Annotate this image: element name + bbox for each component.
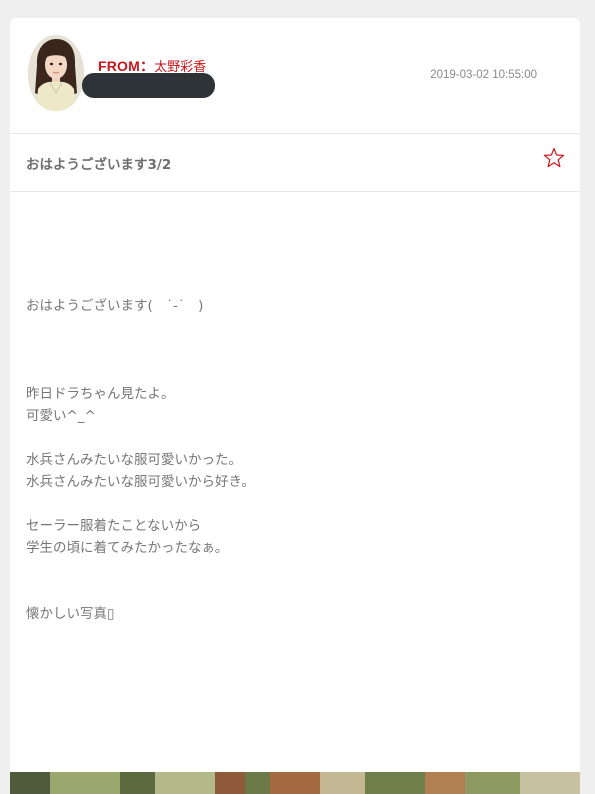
body-line [26, 317, 556, 339]
subject-bar: おはようございます3/2 [10, 134, 580, 192]
body-line [26, 581, 556, 603]
body-line [26, 559, 556, 581]
body-line: 昨日ドラちゃん見たよ。 [26, 386, 175, 402]
message-card: FROM：太野彩香 2019-03-02 10:55:00 おはようございます3… [10, 18, 580, 794]
body-line: おはようございます( ˙-˙ ) [26, 298, 204, 314]
body-line [26, 339, 556, 361]
message-body: おはようございます( ˙-˙ ) 昨日ドラちゃん見たよ。 可愛い^_^ 水兵さん… [26, 295, 556, 625]
message-timestamp: 2019-03-02 10:55:00 [430, 69, 537, 81]
photo-image [10, 772, 580, 794]
body-line: 水兵さんみたいな服可愛いから好き。 [26, 474, 255, 490]
sender-avatar[interactable] [28, 35, 84, 111]
star-icon-graphic [543, 147, 565, 168]
body-line: 学生の頃に着てみたかったなぁ。 [26, 540, 229, 556]
body-line [26, 427, 556, 449]
message-subject: おはようございます3/2 [26, 157, 172, 173]
attached-photo[interactable] [10, 772, 580, 794]
body-line: 水兵さんみたいな服可愛いかった。 [26, 452, 242, 468]
message-header: FROM：太野彩香 2019-03-02 10:55:00 [10, 18, 580, 134]
body-line: 可愛い^_^ [26, 408, 96, 424]
body-line [26, 493, 556, 515]
star-outline-icon[interactable] [542, 146, 566, 170]
body-line: 懐かしい写真▯ [26, 606, 115, 622]
redacted-block [82, 73, 215, 98]
body-line [26, 361, 556, 383]
body-line: セーラー服着たことないから [26, 518, 202, 534]
from-label: FROM： [98, 58, 155, 74]
avatar-image [28, 35, 84, 111]
